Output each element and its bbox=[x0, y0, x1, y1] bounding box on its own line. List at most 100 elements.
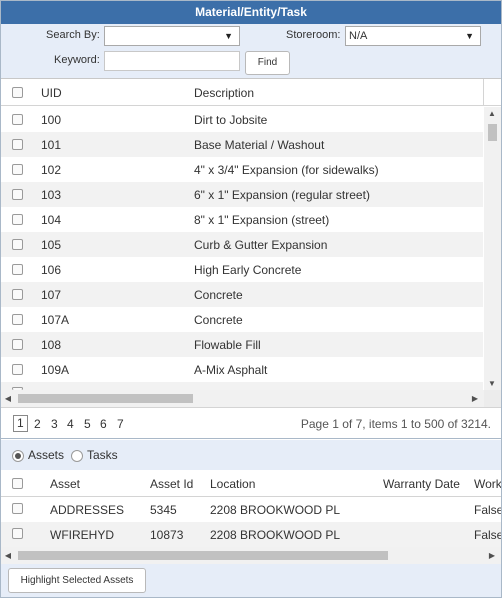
row-checkbox[interactable] bbox=[12, 189, 23, 200]
column-header-uid[interactable]: UID bbox=[41, 86, 62, 100]
storeroom-value: N/A bbox=[349, 30, 368, 42]
storeroom-label: Storeroom: bbox=[286, 29, 341, 41]
table-row[interactable]: 104 8" x 1" Expansion (street) bbox=[1, 207, 483, 232]
tasks-radio-label[interactable]: Tasks bbox=[87, 448, 118, 462]
column-header-work[interactable]: Work bbox=[474, 477, 501, 491]
arrow-up-icon[interactable]: ▲ bbox=[487, 109, 497, 118]
assets-horizontal-scrollbar[interactable]: ◀ ▶ bbox=[1, 547, 501, 564]
chevron-down-icon: ▼ bbox=[224, 31, 233, 41]
row-uid: 106 bbox=[41, 263, 62, 277]
arrow-right-icon[interactable]: ▶ bbox=[470, 394, 480, 403]
table-row[interactable]: 100 Dirt to Jobsite bbox=[1, 107, 483, 132]
arrow-down-icon[interactable]: ▼ bbox=[487, 379, 497, 388]
row-checkbox[interactable] bbox=[12, 214, 23, 225]
tasks-radio[interactable] bbox=[71, 450, 83, 462]
table-row[interactable]: 108 Flowable Fill bbox=[1, 332, 483, 357]
row-location: 2208 BROOKWOOD PL bbox=[210, 503, 341, 517]
row-uid: 100 bbox=[41, 113, 62, 127]
table-row[interactable]: ADDRESSES 5345 2208 BROOKWOOD PL False bbox=[1, 497, 501, 522]
table-row[interactable]: 107 Concrete bbox=[1, 282, 483, 307]
search-bar: Search By: ▼ Storeroom: N/A ▼ Keyword: F… bbox=[1, 24, 501, 78]
row-description: 4" x 3/4" Expansion (for sidewalks) bbox=[194, 163, 379, 177]
page-link[interactable]: 3 bbox=[51, 417, 58, 431]
page-link[interactable]: 2 bbox=[34, 417, 41, 431]
row-uid: 107 bbox=[41, 288, 62, 302]
chevron-down-icon: ▼ bbox=[465, 31, 474, 41]
highlight-selected-assets-button[interactable]: Highlight Selected Assets bbox=[8, 568, 146, 593]
row-description: A-Mix Asphalt bbox=[194, 363, 268, 377]
search-by-dropdown[interactable]: ▼ bbox=[104, 26, 240, 46]
scrollbar-corner bbox=[484, 390, 501, 407]
row-checkbox[interactable] bbox=[12, 264, 23, 275]
table-row-partial bbox=[1, 382, 483, 390]
arrow-left-icon[interactable]: ◀ bbox=[3, 394, 13, 403]
row-asset: WFIREHYD bbox=[50, 528, 114, 542]
row-uid: 101 bbox=[41, 138, 62, 152]
row-uid: 103 bbox=[41, 188, 62, 202]
row-work: False bbox=[474, 503, 501, 517]
row-checkbox[interactable] bbox=[12, 528, 23, 539]
materials-horizontal-scrollbar[interactable]: ◀ ▶ bbox=[1, 390, 484, 407]
row-description: High Early Concrete bbox=[194, 263, 302, 277]
row-uid: 104 bbox=[41, 213, 62, 227]
table-row[interactable]: 101 Base Material / Washout bbox=[1, 132, 483, 157]
row-description: Base Material / Washout bbox=[194, 138, 325, 152]
row-asset: ADDRESSES bbox=[50, 503, 125, 517]
row-checkbox[interactable] bbox=[12, 164, 23, 175]
table-row[interactable]: 102 4" x 3/4" Expansion (for sidewalks) bbox=[1, 157, 483, 182]
select-all-materials-checkbox[interactable] bbox=[12, 87, 23, 98]
table-row[interactable]: 106 High Early Concrete bbox=[1, 257, 483, 282]
row-uid: 109A bbox=[41, 363, 70, 377]
row-asset-id: 10873 bbox=[150, 528, 184, 542]
table-row[interactable]: 109A A-Mix Asphalt bbox=[1, 357, 483, 382]
row-checkbox[interactable] bbox=[12, 114, 23, 125]
table-row[interactable]: 105 Curb & Gutter Expansion bbox=[1, 232, 483, 257]
row-checkbox[interactable] bbox=[12, 314, 23, 325]
column-header-description[interactable]: Description bbox=[194, 86, 254, 100]
table-row[interactable]: 103 6" x 1" Expansion (regular street) bbox=[1, 182, 483, 207]
page-link[interactable]: 5 bbox=[84, 417, 91, 431]
materials-vertical-scrollbar[interactable]: ▲ ▼ bbox=[484, 107, 501, 390]
row-description: Dirt to Jobsite bbox=[194, 113, 268, 127]
row-uid: 108 bbox=[41, 338, 62, 352]
row-checkbox[interactable] bbox=[12, 339, 23, 350]
assets-radio-label[interactable]: Assets bbox=[28, 448, 64, 462]
row-checkbox[interactable] bbox=[12, 139, 23, 150]
keyword-input[interactable] bbox=[104, 51, 240, 71]
arrow-right-icon[interactable]: ▶ bbox=[487, 551, 497, 560]
column-header-asset-id[interactable]: Asset Id bbox=[150, 477, 193, 491]
horizontal-scroll-thumb[interactable] bbox=[18, 394, 193, 403]
panel-title: Material/Entity/Task bbox=[1, 1, 501, 24]
assets-radio[interactable] bbox=[12, 450, 24, 462]
row-checkbox[interactable] bbox=[12, 289, 23, 300]
row-description: Concrete bbox=[194, 288, 243, 302]
storeroom-dropdown[interactable]: N/A ▼ bbox=[345, 26, 481, 46]
page-link-current[interactable]: 1 bbox=[13, 415, 28, 432]
select-all-assets-checkbox[interactable] bbox=[12, 478, 23, 489]
table-row[interactable]: 107A Concrete bbox=[1, 307, 483, 332]
row-checkbox[interactable] bbox=[12, 364, 23, 375]
row-checkbox[interactable] bbox=[12, 239, 23, 250]
column-header-warranty-date[interactable]: Warranty Date bbox=[383, 477, 460, 491]
assets-grid-header: Asset Asset Id Location Warranty Date Wo… bbox=[1, 471, 501, 497]
horizontal-scroll-thumb[interactable] bbox=[18, 551, 388, 560]
page-link[interactable]: 6 bbox=[100, 417, 107, 431]
row-description: Concrete bbox=[194, 313, 243, 327]
table-row[interactable]: WFIREHYD 10873 2208 BROOKWOOD PL False bbox=[1, 522, 501, 547]
page-link[interactable]: 4 bbox=[67, 417, 74, 431]
vertical-scroll-thumb[interactable] bbox=[488, 124, 497, 141]
footer-bar: Highlight Selected Assets bbox=[1, 564, 501, 597]
find-button[interactable]: Find bbox=[245, 51, 290, 75]
mode-selector: Assets Tasks bbox=[1, 440, 501, 470]
row-asset-id: 5345 bbox=[150, 503, 177, 517]
row-uid: 107A bbox=[41, 313, 70, 327]
row-uid: 105 bbox=[41, 238, 62, 252]
page-link[interactable]: 7 bbox=[117, 417, 124, 431]
column-header-location[interactable]: Location bbox=[210, 477, 255, 491]
column-header-asset[interactable]: Asset bbox=[50, 477, 80, 491]
material-entity-task-panel: Material/Entity/Task Search By: ▼ Storer… bbox=[0, 0, 502, 598]
assets-grid: Asset Asset Id Location Warranty Date Wo… bbox=[1, 471, 501, 564]
row-checkbox[interactable] bbox=[12, 503, 23, 514]
arrow-left-icon[interactable]: ◀ bbox=[3, 551, 13, 560]
keyword-label: Keyword: bbox=[54, 54, 100, 66]
